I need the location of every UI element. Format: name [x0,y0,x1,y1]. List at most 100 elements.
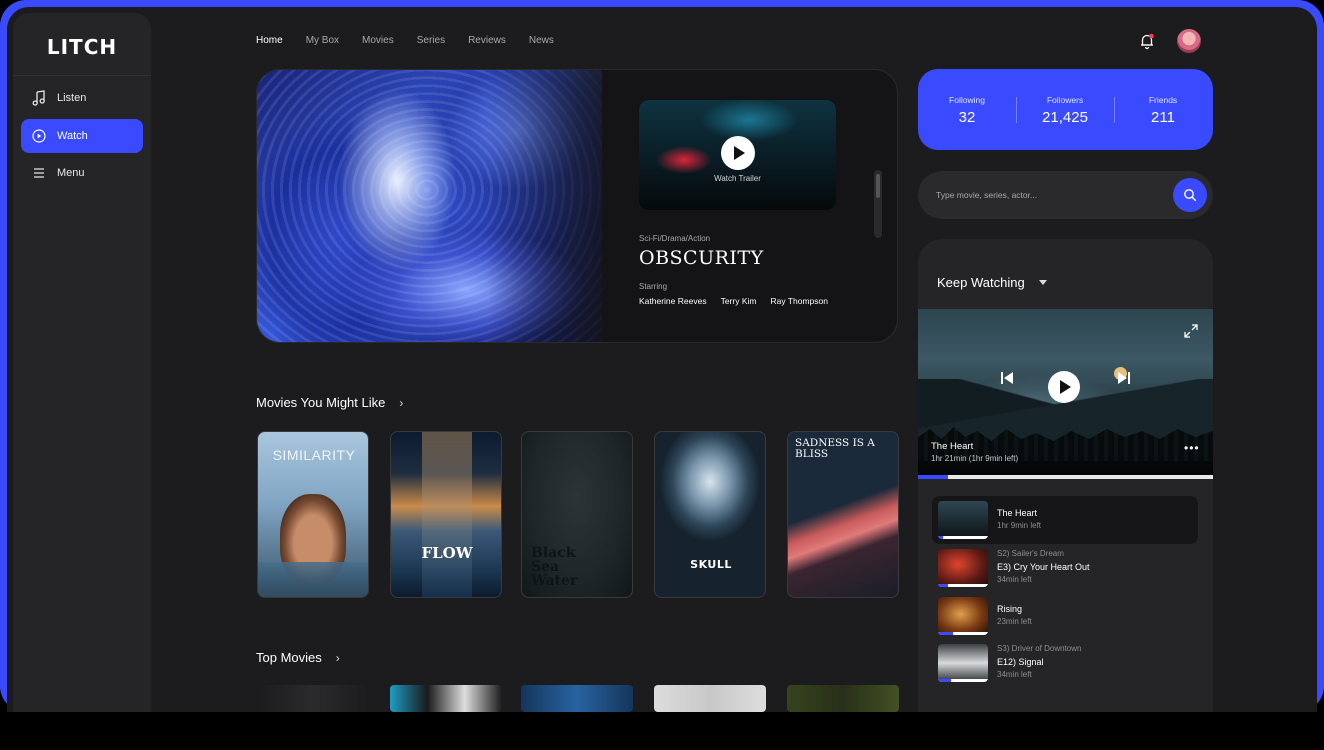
music-note-icon [31,90,47,106]
top-nav: Home My Box Movies Series Reviews News [256,35,577,46]
tab-my-box[interactable]: My Box [306,35,339,46]
tab-news[interactable]: News [529,35,554,46]
play-button[interactable] [1048,371,1080,403]
more-options-icon[interactable]: ••• [1184,441,1200,455]
episode-name: E12) Signal [997,657,1044,667]
movie-card[interactable]: SADNESS IS A BLISS [787,431,899,598]
movie-card[interactable] [787,685,899,712]
sidebar-item-label: Listen [57,92,87,104]
stat-label: Followers [1046,95,1084,105]
movie-card[interactable]: FLOW [390,431,502,598]
episode-subtitle: S2) Sailer's Dream [997,549,1064,558]
chevron-right-icon[interactable]: › [336,651,340,665]
tab-reviews[interactable]: Reviews [468,35,506,46]
menu-icon [31,165,47,181]
movie-card[interactable]: SIMILARITY [257,431,369,598]
section-title-text: Top Movies [256,650,322,665]
avatar[interactable] [1177,29,1201,53]
expand-icon[interactable] [1183,323,1199,339]
keep-watching-panel: Keep Watching The Heart 1hr 21min (1hr 9… [918,239,1213,712]
cast-member[interactable]: Terry Kim [721,296,757,306]
episode-name: E3) Cry Your Heart Out [997,562,1090,572]
player-progress[interactable] [918,475,1213,479]
trailer-preview[interactable]: Watch Trailer [639,100,836,210]
player-time: 1hr 21min (1hr 9min left) [931,454,1019,463]
episode-time-left: 34min left [997,575,1032,584]
movie-card[interactable]: Black Sea Water [521,431,633,598]
episode-thumbnail [938,597,988,635]
play-icon [734,146,745,160]
movie-card[interactable] [390,685,502,712]
episode-item[interactable]: S2) Sailer's Dream E3) Cry Your Heart Ou… [932,544,1198,592]
hero-scrollbar[interactable] [874,170,882,238]
player-title: The Heart [931,441,974,452]
movie-card[interactable] [654,685,766,712]
skip-back-icon [1001,372,1013,384]
stat-value: 32 [958,109,976,126]
sidebar-item-listen[interactable]: Listen [21,81,143,115]
cast-member[interactable]: Ray Thompson [770,296,827,306]
hero-genre: Sci-Fi/Drama/Action [639,234,711,243]
section-title-recommended[interactable]: Movies You Might Like › [256,395,403,410]
movie-card[interactable] [521,685,633,712]
caret-down-icon [1038,280,1047,285]
starring-label: Starring [639,282,668,291]
progress-fill [918,475,948,479]
search-button[interactable] [1173,178,1207,212]
chevron-right-icon[interactable]: › [399,396,403,410]
skip-forward-icon [1118,372,1130,384]
movie-card[interactable] [257,685,369,712]
app-window: LITCH Listen Watch Menu Home My Box Movi… [7,7,1317,712]
bell-icon[interactable] [1138,32,1156,50]
sidebar-item-label: Menu [57,167,85,179]
episode-thumbnail [938,549,988,587]
movie-card[interactable]: SKULL [654,431,766,598]
tab-home[interactable]: Home [256,35,283,46]
cast-member[interactable]: Katherine Reeves [639,296,707,306]
episode-thumbnail [938,644,988,682]
stat-value: 211 [1151,109,1175,126]
movie-title: FLOW [421,544,473,562]
video-player[interactable]: The Heart 1hr 21min (1hr 9min left) ••• [918,309,1213,479]
movie-title: SKULL [690,558,732,571]
search-icon [1184,189,1197,202]
episode-thumbnail [938,501,988,539]
section-title-top[interactable]: Top Movies › [256,650,340,665]
section-title-text: Movies You Might Like [256,395,386,410]
stat-friends[interactable]: Friends 211 [1114,69,1212,150]
cast-list: Katherine Reeves Terry Kim Ray Thompson [639,296,842,306]
episode-time-left: 1hr 9min left [997,521,1042,530]
episode-subtitle: S3) Driver of Downtown [997,644,1082,653]
keep-watching-title: Keep Watching [937,275,1025,290]
search-input[interactable] [936,185,1166,205]
hero-banner: Watch Trailer Sci-Fi/Drama/Action OBSCUR… [256,69,898,343]
stat-label: Following [949,95,985,105]
episode-item[interactable]: S3) Driver of Downtown E12) Signal 34min… [932,639,1198,687]
movie-title: SADNESS IS A BLISS [795,437,875,460]
sidebar-item-watch[interactable]: Watch [21,119,143,153]
stat-followers[interactable]: Followers 21,425 [1016,69,1114,150]
episode-name: Rising [997,604,1023,614]
trailer-label: Watch Trailer [714,174,761,183]
previous-button[interactable] [998,369,1016,387]
stat-following[interactable]: Following 32 [918,69,1016,150]
sidebar-item-menu[interactable]: Menu [21,156,143,190]
search-bar [918,171,1213,219]
play-button[interactable] [721,136,755,170]
stat-label: Friends [1148,95,1178,105]
episode-time-left: 34min left [997,670,1032,679]
play-circle-icon [31,128,47,144]
sidebar-item-label: Watch [57,130,88,142]
episode-item[interactable]: Rising 23min left [932,592,1198,640]
tab-movies[interactable]: Movies [362,35,394,46]
next-button[interactable] [1115,369,1133,387]
keep-watching-dropdown[interactable]: Keep Watching [937,275,1047,290]
profile-stats: Following 32 Followers 21,425 Friends 21… [918,69,1213,150]
episode-name: The Heart [997,508,1038,518]
sidebar: LITCH Listen Watch Menu [13,13,151,712]
episode-time-left: 23min left [997,617,1032,626]
logo[interactable]: LITCH [13,35,151,59]
hero-title: OBSCURITY [639,247,764,269]
episode-item[interactable]: The Heart 1hr 9min left [932,496,1198,544]
tab-series[interactable]: Series [417,35,445,46]
